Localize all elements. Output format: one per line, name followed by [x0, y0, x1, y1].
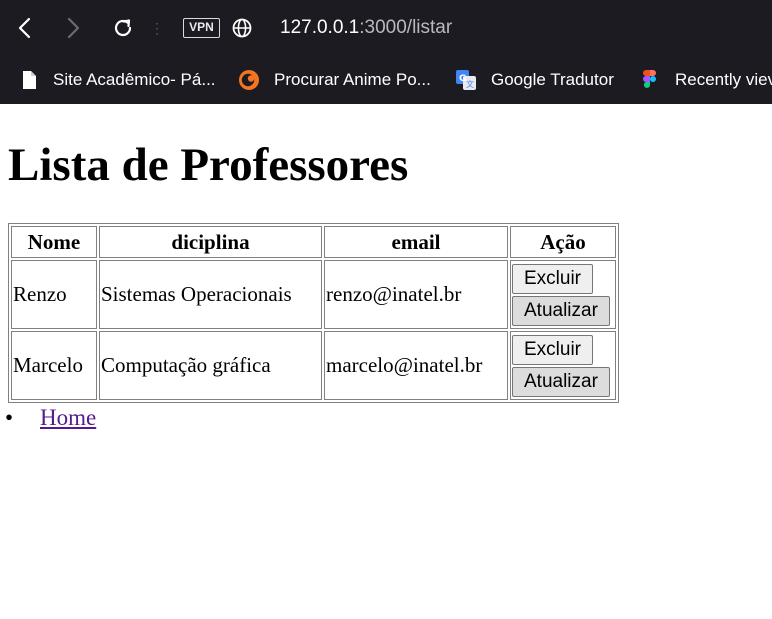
list-item: • Home	[0, 403, 96, 433]
page-content: Lista de Professores Nome diciplina emai…	[0, 104, 772, 619]
address-bar[interactable]: 127.0.0.1:3000/listar	[280, 16, 452, 40]
column-header-disciplina: diciplina	[99, 226, 322, 258]
toolbar-separator: ⋮	[150, 20, 164, 36]
cell-disciplina: Sistemas Operacionais	[99, 260, 322, 329]
cell-nome: Renzo	[11, 260, 97, 329]
google-translate-icon: G 文	[456, 70, 476, 90]
update-button[interactable]: Atualizar	[512, 295, 610, 326]
professors-table: Nome diciplina email Ação Renzo Sistemas…	[8, 223, 619, 403]
table-row: Marcelo Computação gráfica marcelo@inate…	[11, 331, 616, 400]
delete-button[interactable]: Excluir	[512, 263, 594, 294]
table-header-row: Nome diciplina email Ação	[11, 226, 616, 258]
bookmark-procurar-anime[interactable]: Procurar Anime Po...	[238, 65, 431, 95]
bookmark-google-tradutor[interactable]: G 文 Google Tradutor	[455, 65, 614, 95]
globe-icon[interactable]	[231, 17, 253, 39]
browser-toolbar: ⋮ VPN 127.0.0.1:3000/listar	[0, 0, 772, 56]
bookmark-recently-viewed[interactable]: Recently viev	[639, 65, 772, 95]
cell-nome: Marcelo	[11, 331, 97, 400]
home-link[interactable]: Home	[40, 405, 96, 430]
svg-text:文: 文	[466, 79, 474, 89]
column-header-nome: Nome	[11, 226, 97, 258]
table-row: Renzo Sistemas Operacionais renzo@inatel…	[11, 260, 616, 329]
cell-actions: Excluir Atualizar	[510, 260, 616, 329]
url-host: 127.0.0.1	[280, 17, 360, 38]
delete-button[interactable]: Excluir	[512, 334, 594, 365]
browser-chrome: ⋮ VPN 127.0.0.1:3000/listar Site Acadêmi…	[0, 0, 772, 104]
cell-email: marcelo@inatel.br	[324, 331, 508, 400]
bookmarks-bar: Site Acadêmico- Pá... Procurar Anime Po.…	[0, 56, 772, 104]
url-path: :3000/listar	[359, 17, 453, 38]
bookmark-label: Recently viev	[675, 70, 772, 89]
vpn-badge[interactable]: VPN	[183, 18, 220, 38]
bookmark-label: Procurar Anime Po...	[274, 70, 431, 89]
back-arrow-icon[interactable]	[10, 13, 40, 43]
column-header-acao: Ação	[510, 226, 616, 258]
page-title: Lista de Professores	[8, 139, 409, 191]
update-button[interactable]: Atualizar	[512, 366, 610, 397]
cell-email: renzo@inatel.br	[324, 260, 508, 329]
cell-actions: Excluir Atualizar	[510, 331, 616, 400]
reload-icon[interactable]	[108, 13, 138, 43]
forward-arrow-icon[interactable]	[58, 13, 88, 43]
page-icon	[23, 71, 36, 89]
column-header-email: email	[324, 226, 508, 258]
bookmark-label: Site Acadêmico- Pá...	[53, 70, 216, 89]
bullet-marker: •	[5, 405, 14, 430]
crunchyroll-icon	[239, 70, 259, 90]
cell-disciplina: Computação gráfica	[99, 331, 322, 400]
figma-icon	[643, 70, 656, 88]
bookmark-site-academico[interactable]: Site Acadêmico- Pá...	[18, 65, 216, 95]
bookmark-label: Google Tradutor	[491, 70, 614, 89]
nav-list: • Home	[0, 403, 96, 433]
